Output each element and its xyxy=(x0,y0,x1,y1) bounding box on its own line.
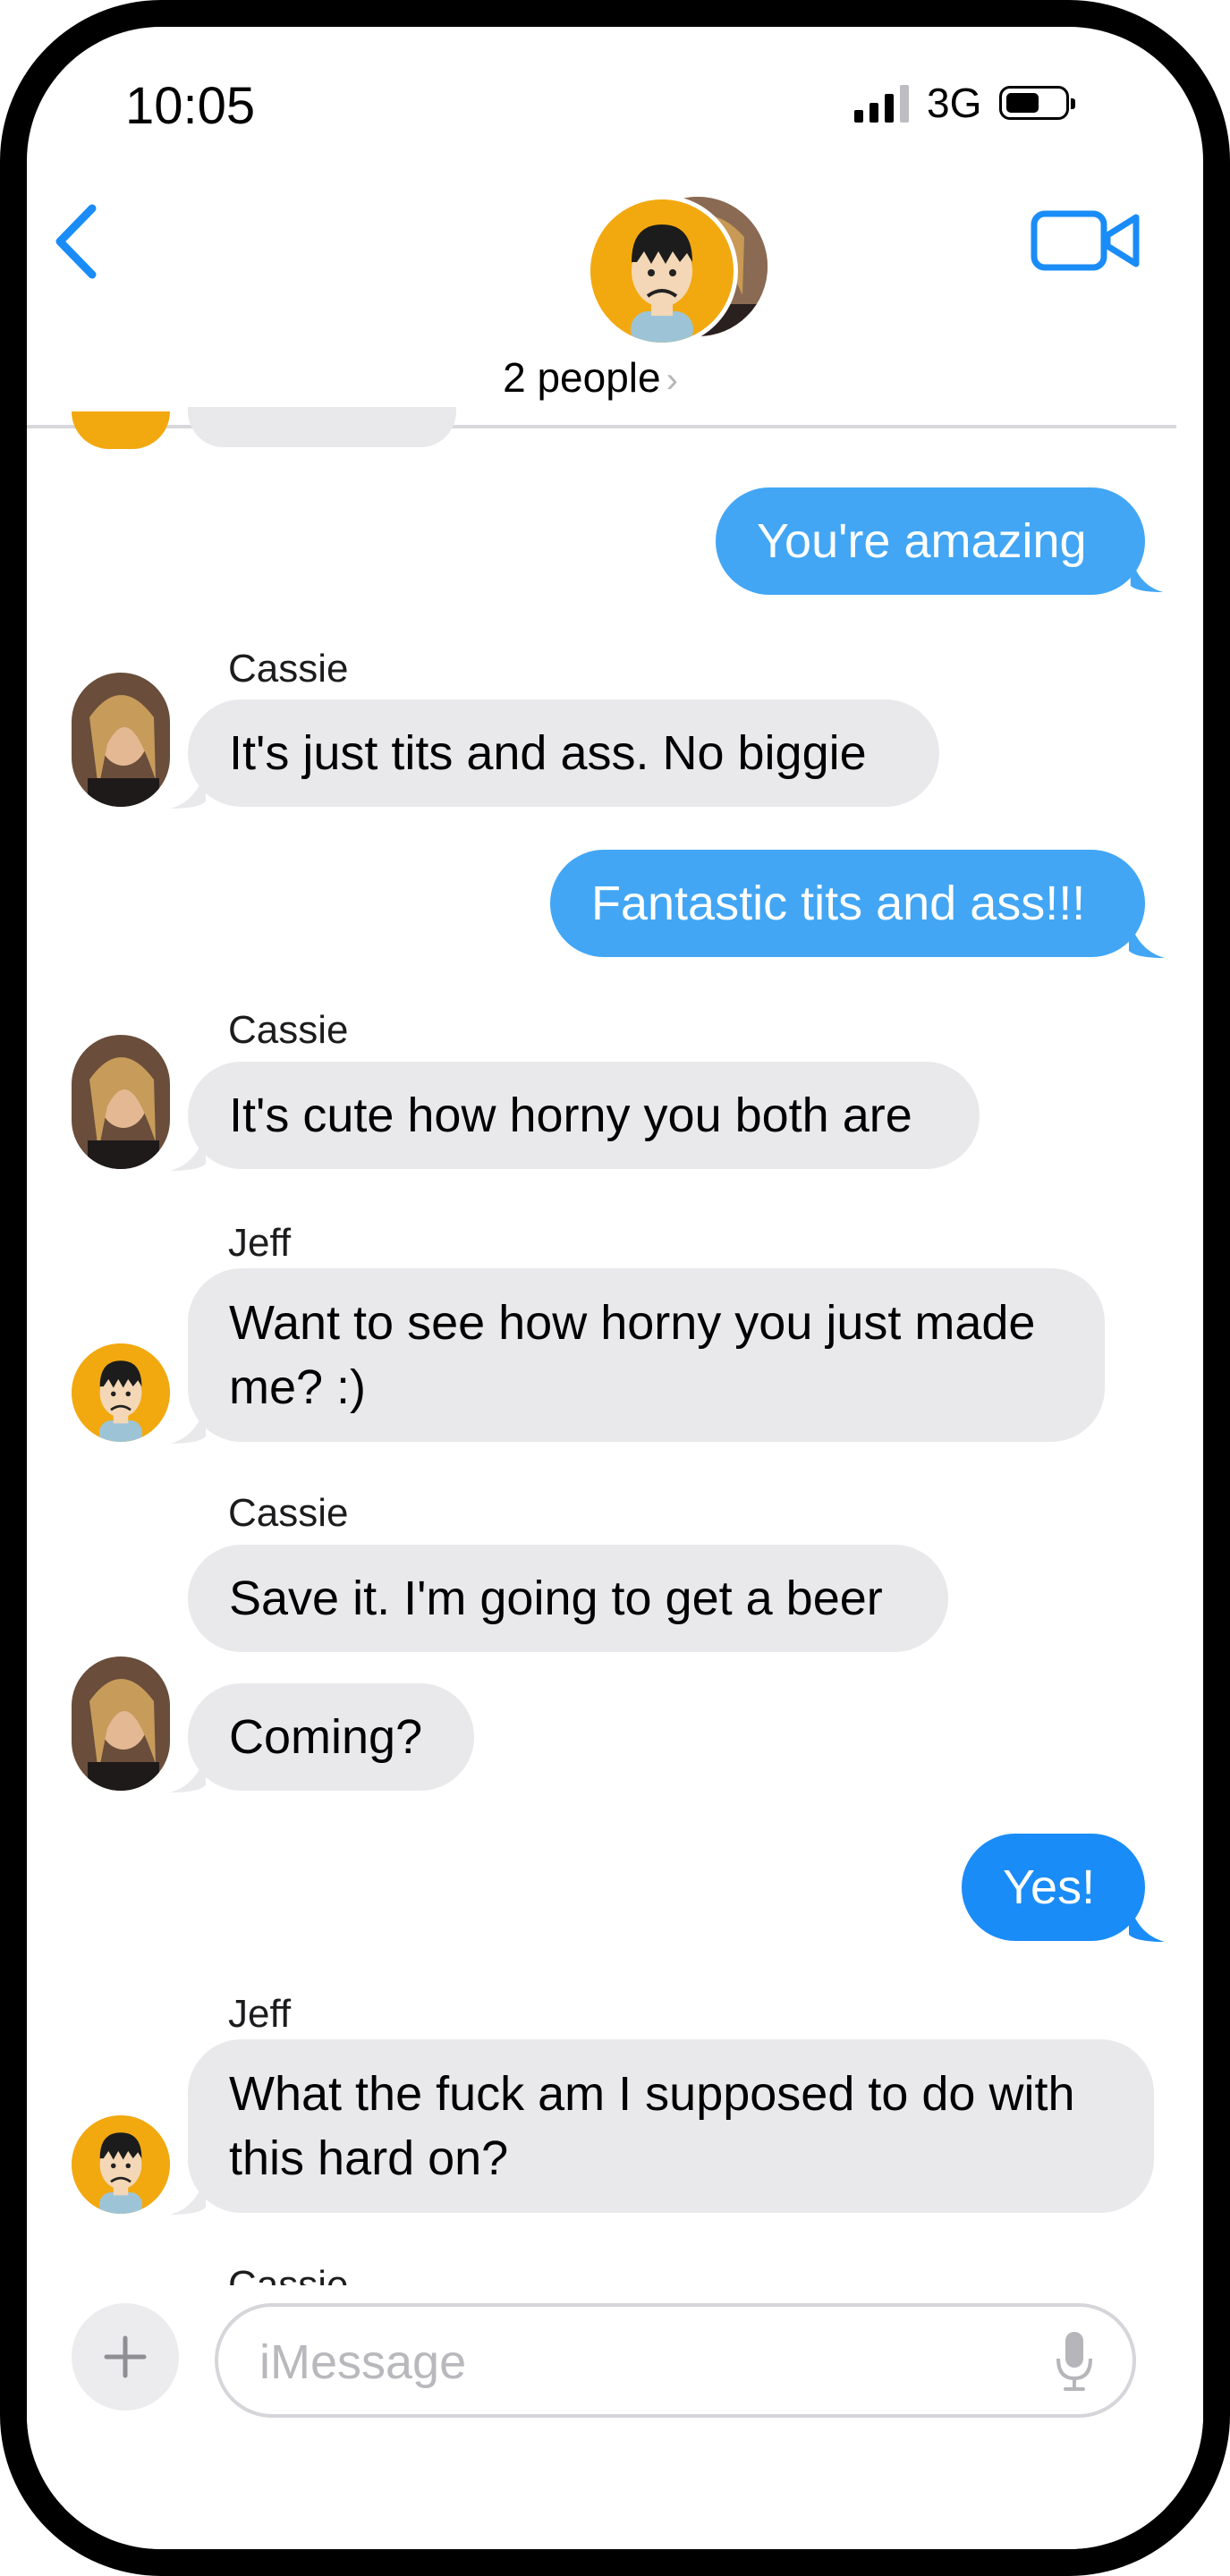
cassie-avatar[interactable] xyxy=(72,1035,170,1169)
battery-icon xyxy=(999,86,1076,120)
group-title[interactable]: 2 people › xyxy=(465,353,716,402)
message-bubble-received[interactable]: Save it. I'm going to get a beer xyxy=(188,1545,948,1652)
message-bubble-received[interactable]: It's cute how horny you both are xyxy=(188,1062,980,1169)
chevron-right-icon: › xyxy=(666,360,678,400)
cassie-avatar[interactable] xyxy=(72,1657,170,1791)
bubble-tail xyxy=(1129,919,1165,958)
sender-name: Cassie xyxy=(228,647,349,691)
message-bubble-sent[interactable]: Yes! xyxy=(962,1834,1145,1941)
partial-avatar xyxy=(72,411,170,449)
plus-icon xyxy=(104,2335,147,2378)
jeff-header-avatar[interactable] xyxy=(586,195,738,347)
apps-button[interactable] xyxy=(72,2303,179,2411)
cassie-avatar[interactable] xyxy=(72,673,170,807)
sender-name: Jeff xyxy=(228,1992,292,2036)
network-label: 3G xyxy=(927,80,982,126)
status-icons: 3G xyxy=(854,79,1076,127)
jeff-avatar[interactable] xyxy=(72,1343,170,1442)
chevron-left-icon xyxy=(55,204,97,279)
bubble-tail xyxy=(170,2175,206,2215)
status-time: 10:05 xyxy=(125,77,256,135)
message-bubble-sent[interactable]: Fantastic tits and ass!!! xyxy=(550,850,1145,957)
bubble-tail xyxy=(170,1404,206,1444)
bubble-tail xyxy=(1129,1902,1165,1942)
sender-name: Cassie xyxy=(228,1491,349,1535)
message-input-placeholder: iMessage xyxy=(259,2335,467,2389)
bubble-tail xyxy=(170,1131,206,1171)
back-button[interactable] xyxy=(40,192,112,291)
partial-message-bubble xyxy=(188,407,456,447)
bubble-tail xyxy=(170,1753,206,1792)
message-bubble-received[interactable]: Want to see how horny you just made me? … xyxy=(188,1268,1105,1442)
dictation-button[interactable] xyxy=(1054,2330,1095,2393)
partial-sender-name: Cassie xyxy=(228,2263,349,2285)
message-bubble-received[interactable]: Coming? xyxy=(188,1683,474,1791)
signal-icon xyxy=(854,83,909,123)
bubble-tail xyxy=(170,769,206,809)
group-title-label: 2 people xyxy=(503,354,661,401)
microphone-icon xyxy=(1056,2332,1092,2391)
video-camera-icon xyxy=(1031,210,1140,271)
sender-name: Jeff xyxy=(228,1221,292,1265)
message-bubble-received[interactable]: It's just tits and ass. No biggie xyxy=(188,699,939,807)
message-bubble-sent[interactable]: You're amazing xyxy=(716,487,1145,595)
message-bubble-received[interactable]: What the fuck am I supposed to do with t… xyxy=(188,2039,1154,2213)
screen: 10:05 3G 2 people › You're amazing Cassi… xyxy=(27,27,1203,2549)
jeff-avatar[interactable] xyxy=(72,2115,170,2214)
sender-name: Cassie xyxy=(228,1008,349,1052)
video-call-button[interactable] xyxy=(1029,201,1145,282)
bubble-tail xyxy=(1130,556,1164,592)
